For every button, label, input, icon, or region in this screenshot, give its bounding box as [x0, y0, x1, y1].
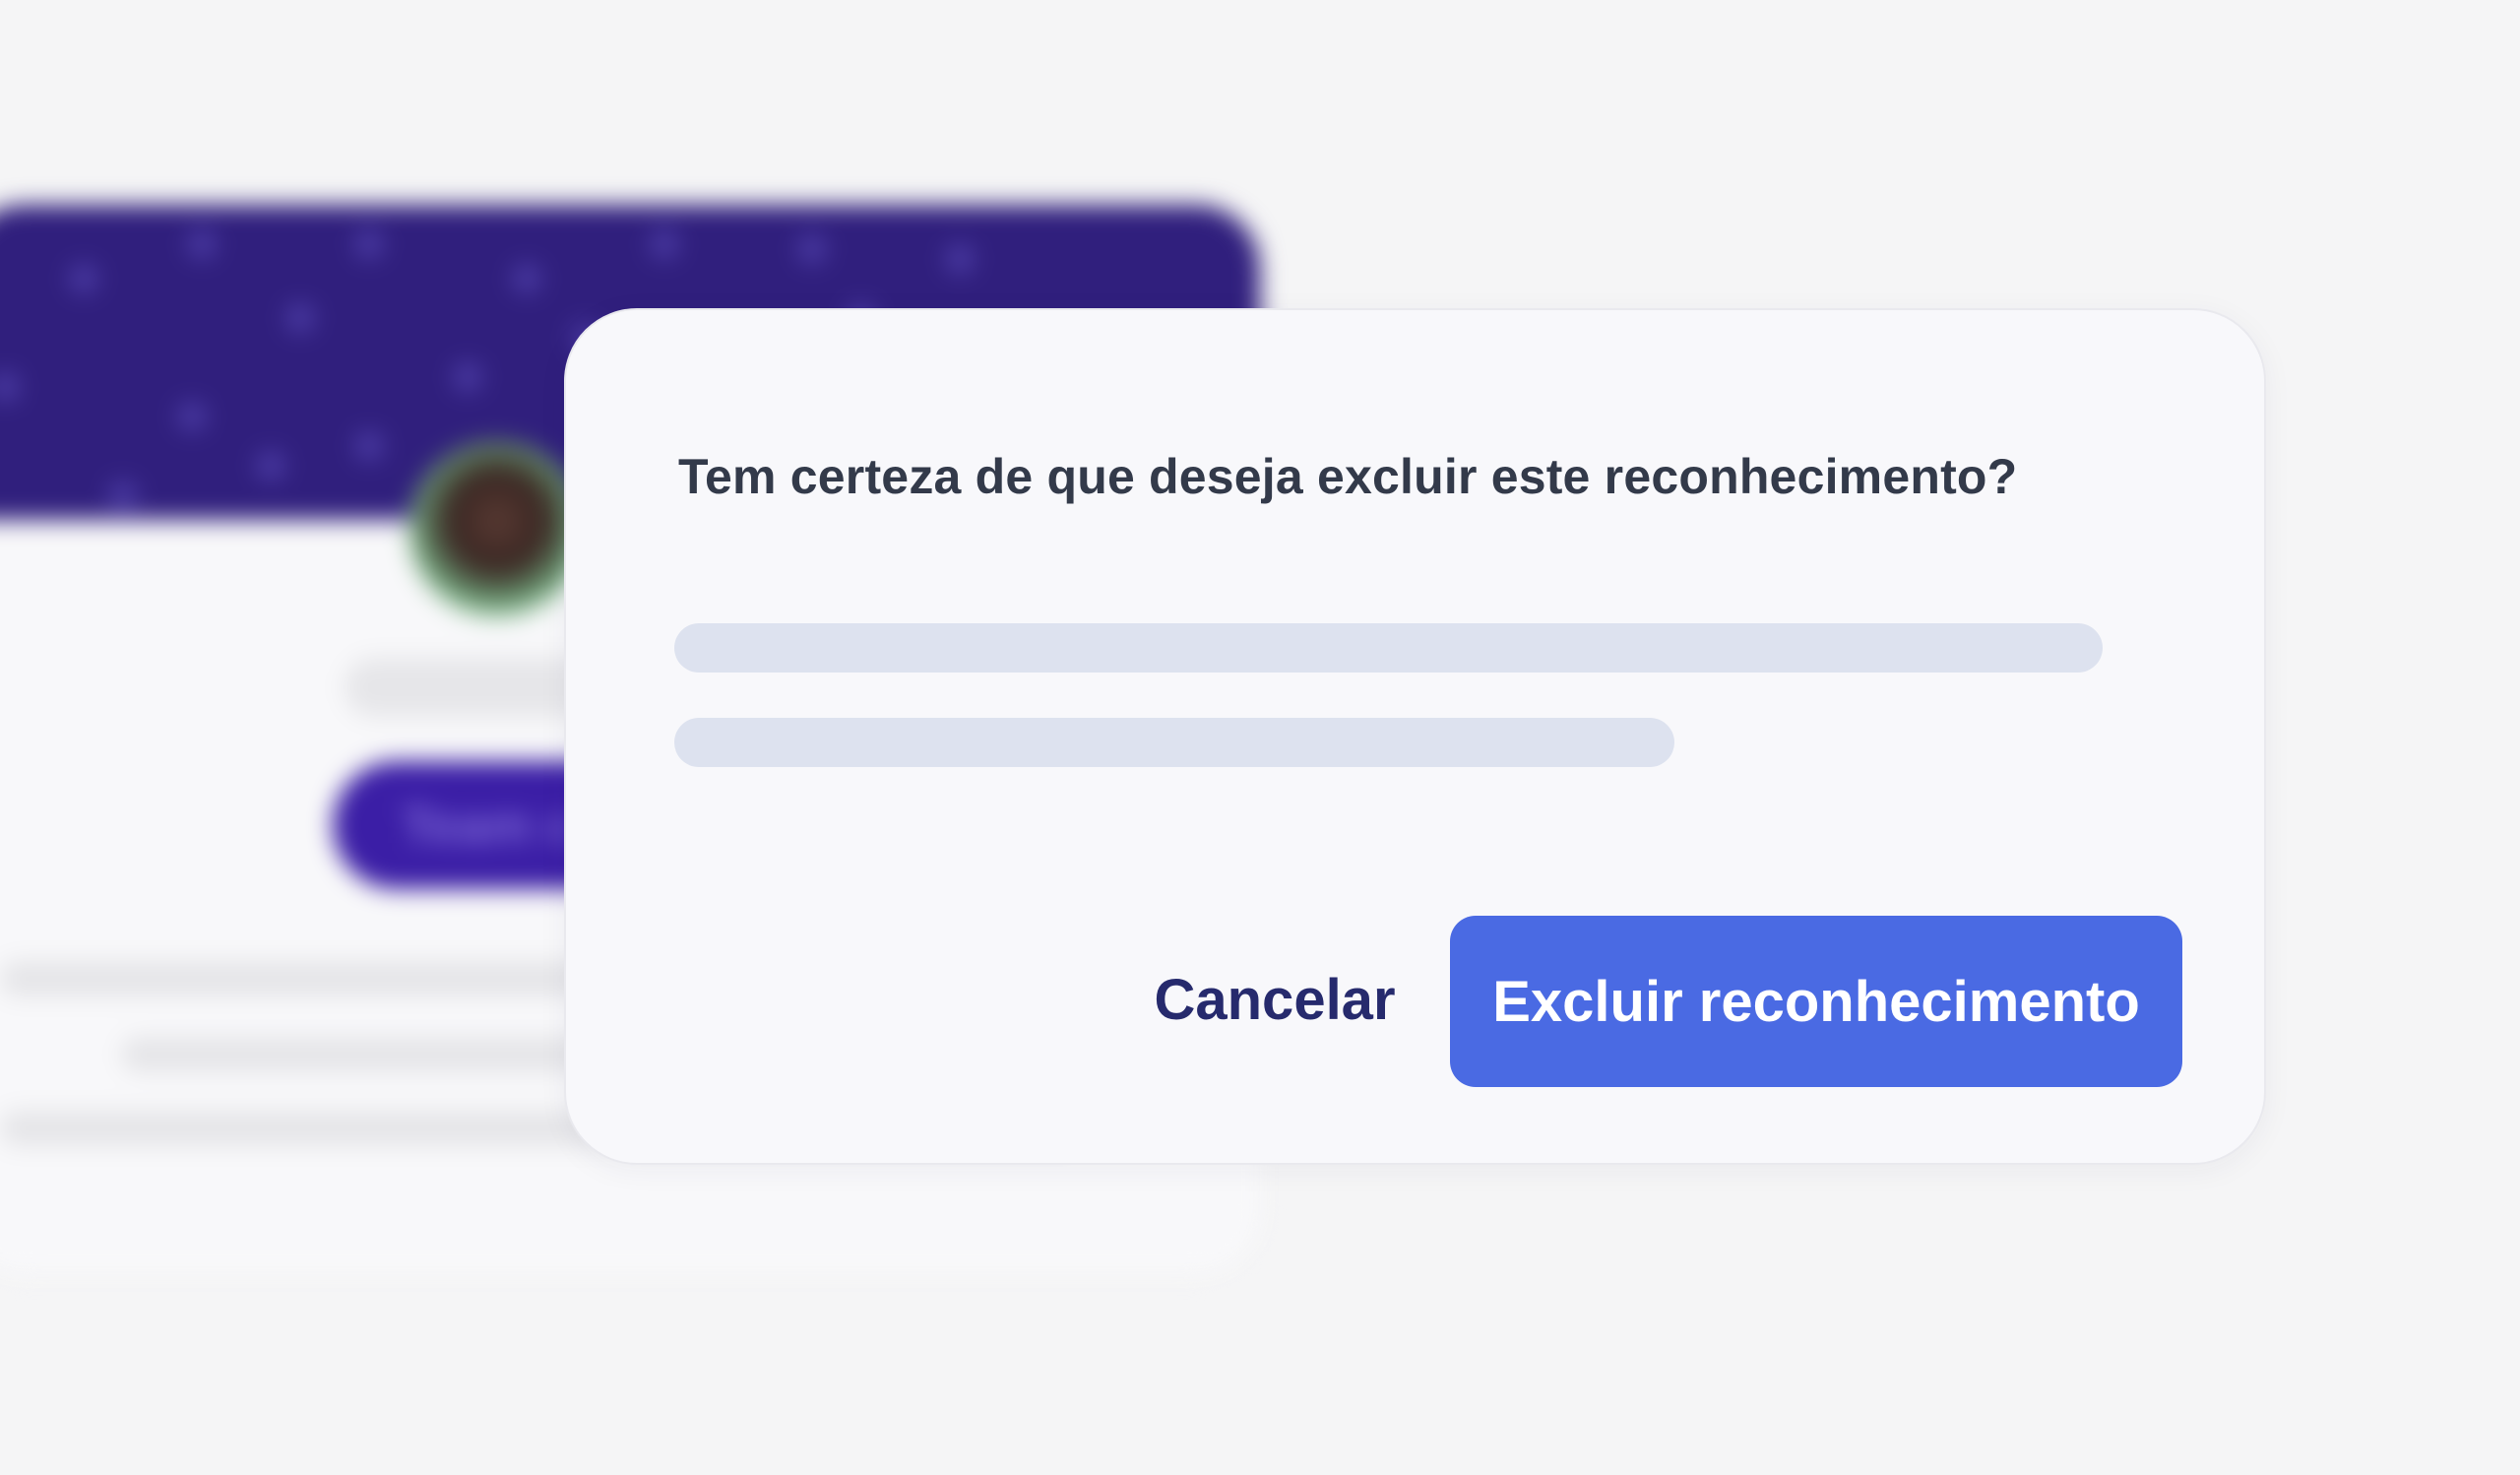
dialog-title: Tem certeza de que deseja excluir este r…: [678, 449, 2018, 504]
banner-star-icon: [69, 264, 98, 293]
screen: Team c Tem certeza de que deseja excluir…: [0, 0, 2520, 1475]
banner-star-icon: [650, 229, 679, 259]
content-skeleton-line: [674, 623, 2103, 673]
delete-confirmation-dialog: Tem certeza de que deseja excluir este r…: [564, 308, 2266, 1165]
banner-star-icon: [945, 244, 975, 274]
banner-star-icon: [108, 481, 138, 510]
content-skeleton-line: [674, 718, 1674, 767]
banner-star-icon: [512, 264, 541, 293]
banner-star-icon: [354, 431, 384, 461]
banner-star-icon: [285, 303, 315, 333]
banner-star-icon: [354, 229, 384, 259]
banner-star-icon: [177, 402, 207, 431]
banner-star-icon: [453, 362, 482, 392]
banner-star-icon: [797, 234, 827, 264]
background-team-button-label: Team c: [402, 798, 575, 855]
avatar: [409, 441, 586, 618]
banner-star-icon: [187, 229, 217, 259]
cancel-button[interactable]: Cancelar: [1058, 916, 1491, 1083]
banner-star-icon: [0, 372, 20, 402]
delete-recognition-button[interactable]: Excluir reconhecimento: [1450, 916, 2182, 1087]
banner-star-icon: [256, 451, 285, 481]
